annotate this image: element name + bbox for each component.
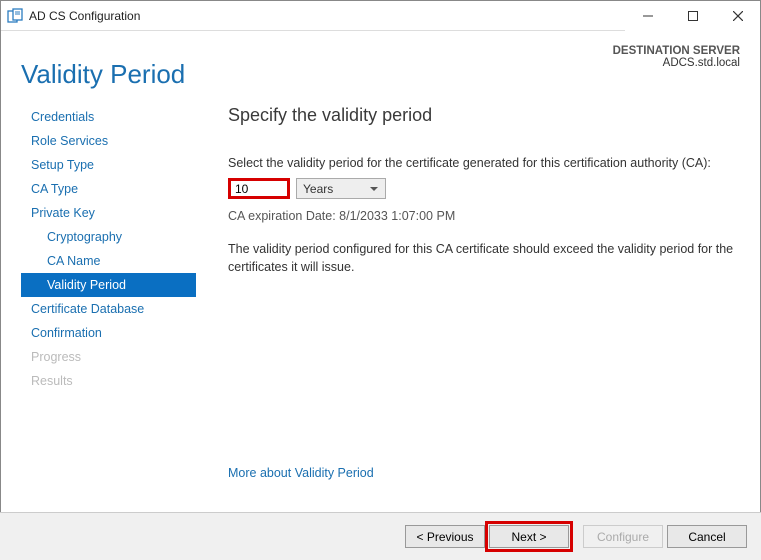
instruction-text: Select the validity period for the certi… xyxy=(228,156,740,170)
sidebar-item-ca-type[interactable]: CA Type xyxy=(21,177,196,201)
maximize-button[interactable] xyxy=(670,1,715,31)
sidebar-item-certificate-database[interactable]: Certificate Database xyxy=(21,297,196,321)
sidebar-item-ca-name[interactable]: CA Name xyxy=(21,249,196,273)
destination-block: DESTINATION SERVER ADCS.std.local xyxy=(613,39,740,69)
sidebar-item-setup-type[interactable]: Setup Type xyxy=(21,153,196,177)
sidebar: Credentials Role Services Setup Type CA … xyxy=(21,105,196,500)
previous-button[interactable]: < Previous xyxy=(405,525,485,548)
sidebar-item-confirmation[interactable]: Confirmation xyxy=(21,321,196,345)
description-text: The validity period configured for this … xyxy=(228,241,740,276)
header: Validity Period DESTINATION SERVER ADCS.… xyxy=(1,31,760,90)
destination-name: ADCS.std.local xyxy=(613,57,740,69)
sidebar-item-role-services[interactable]: Role Services xyxy=(21,129,196,153)
titlebar: AD CS Configuration xyxy=(1,1,760,31)
configure-button: Configure xyxy=(583,525,663,548)
close-button[interactable] xyxy=(715,1,760,31)
validity-value-input[interactable] xyxy=(228,178,290,199)
cancel-button[interactable]: Cancel xyxy=(667,525,747,548)
window-title: AD CS Configuration xyxy=(29,9,140,23)
minimize-button[interactable] xyxy=(625,1,670,31)
sidebar-item-validity-period[interactable]: Validity Period xyxy=(21,273,196,297)
validity-unit-label: Years xyxy=(303,182,333,196)
more-about-link[interactable]: More about Validity Period xyxy=(228,466,374,480)
sidebar-item-credentials[interactable]: Credentials xyxy=(21,105,196,129)
expiration-text: CA expiration Date: 8/1/2033 1:07:00 PM xyxy=(228,209,740,223)
destination-label: DESTINATION SERVER xyxy=(613,45,740,57)
app-icon xyxy=(7,8,23,24)
validity-unit-select[interactable]: Years xyxy=(296,178,386,199)
sidebar-item-progress: Progress xyxy=(21,345,196,369)
validity-input-row: Years xyxy=(228,178,740,199)
window-controls xyxy=(625,1,760,31)
sidebar-item-results: Results xyxy=(21,369,196,393)
titlebar-left: AD CS Configuration xyxy=(7,8,140,24)
next-button[interactable]: Next > xyxy=(489,525,569,548)
button-bar: < Previous Next > Configure Cancel xyxy=(0,512,761,560)
content-heading: Specify the validity period xyxy=(228,105,740,126)
page-title: Validity Period xyxy=(21,39,185,90)
main: Credentials Role Services Setup Type CA … xyxy=(1,90,760,500)
content: Specify the validity period Select the v… xyxy=(196,105,740,500)
sidebar-item-cryptography[interactable]: Cryptography xyxy=(21,225,196,249)
sidebar-item-private-key[interactable]: Private Key xyxy=(21,201,196,225)
